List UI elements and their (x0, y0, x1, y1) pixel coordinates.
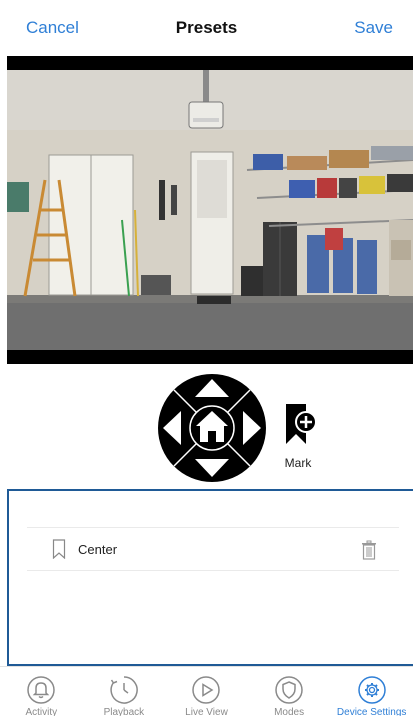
bell-icon (27, 676, 56, 704)
navigation-bar: Cancel Presets Save (0, 0, 413, 56)
tab-label: Modes (274, 707, 305, 716)
tab-label: Playback (103, 707, 145, 716)
save-button[interactable]: Save (354, 18, 393, 38)
garage-scene-image (7, 70, 413, 350)
cancel-button[interactable]: Cancel (26, 18, 79, 38)
tab-playback[interactable]: Playback (83, 667, 165, 716)
ptz-direction-pad (157, 373, 267, 483)
shield-icon (275, 676, 303, 704)
clock-icon (110, 676, 138, 704)
play-icon (192, 676, 221, 704)
presets-list: Center (7, 489, 413, 666)
preset-item[interactable]: Center (27, 527, 399, 571)
preset-name: Center (78, 541, 118, 557)
mark-preset-button[interactable]: Mark (278, 402, 318, 480)
trash-icon[interactable] (361, 540, 377, 560)
tab-label: Device Settings (336, 707, 407, 716)
tab-live-view[interactable]: Live View (165, 667, 247, 716)
mark-label: Mark (284, 456, 312, 470)
presets-screen: Cancel Presets Save Mark Center Activity… (0, 0, 413, 716)
gear-icon (357, 676, 386, 704)
tab-device-settings[interactable]: Device Settings (331, 667, 413, 716)
tab-bar: Activity Playback Live View Modes Device… (0, 666, 413, 716)
tab-label: Activity (25, 707, 58, 716)
bookmark-icon (52, 539, 66, 559)
bookmark-add-icon (286, 404, 316, 444)
tab-label: Live View (185, 707, 228, 716)
camera-live-feed (7, 56, 413, 364)
tab-modes[interactable]: Modes (248, 667, 330, 716)
tab-activity[interactable]: Activity (0, 667, 82, 716)
